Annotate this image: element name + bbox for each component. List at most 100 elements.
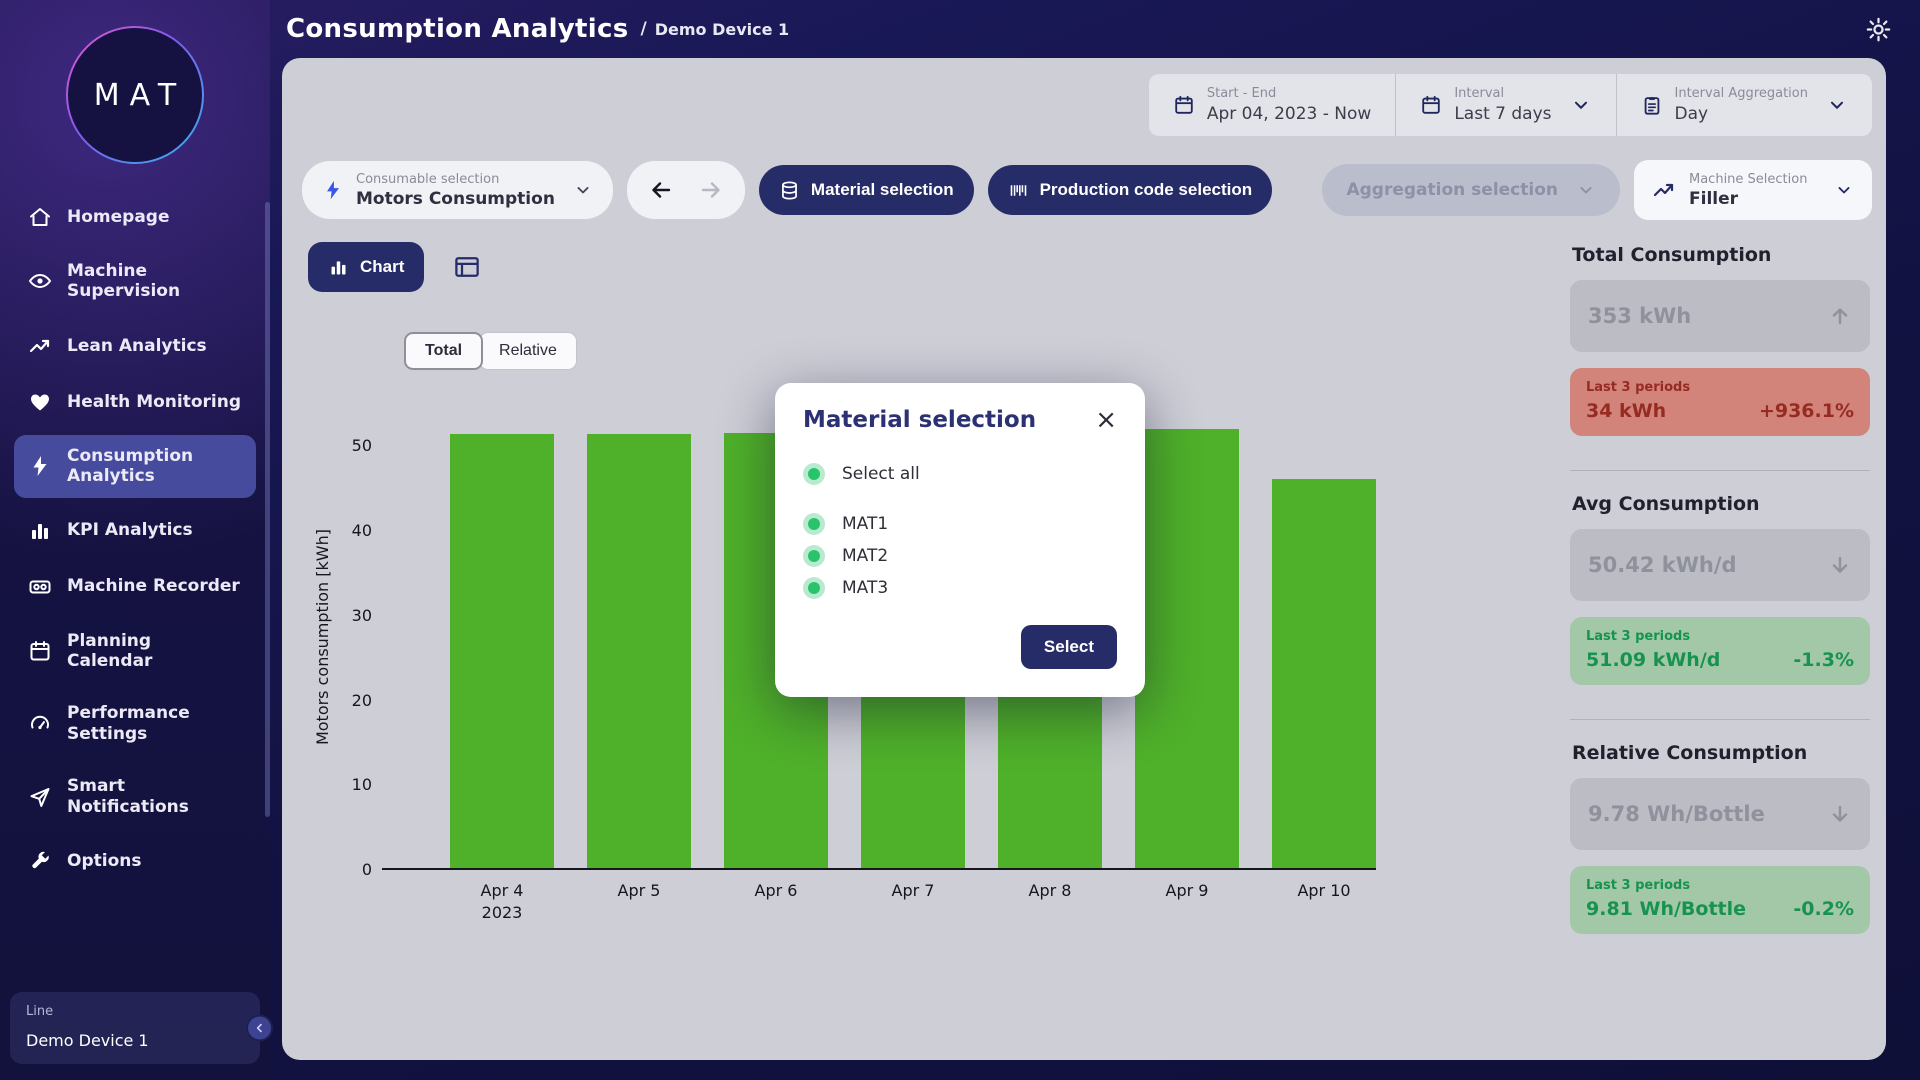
chevron-down-icon <box>573 180 593 200</box>
app-logo: MAT <box>66 26 204 164</box>
sidebar-item-label: Smart Notifications <box>67 776 242 817</box>
heart-icon <box>28 390 52 414</box>
radio-checked-icon[interactable] <box>803 545 825 567</box>
chevron-down-icon <box>1834 180 1854 200</box>
wrench-icon <box>28 849 52 873</box>
machine-selection-dropdown[interactable]: Machine Selection Filler <box>1634 160 1872 220</box>
interval-aggregation-dropdown[interactable]: Interval Aggregation Day <box>1616 74 1873 136</box>
stat-section-relative-consumption: Relative Consumption9.78 Wh/BottleLast 3… <box>1570 719 1870 934</box>
period-value: 51.09 kWh/d <box>1586 649 1720 671</box>
toggle-total[interactable]: Total <box>404 332 483 370</box>
sidebar-nav: Homepage Machine Supervision Lean Analytic… <box>0 194 270 984</box>
bar <box>1272 479 1376 868</box>
arrow-left-icon[interactable] <box>649 178 673 202</box>
sidebar-item-consumption-analytics[interactable]: Consumption Analytics <box>14 435 256 498</box>
start-end-picker[interactable]: Start - End Apr 04, 2023 - Now <box>1149 74 1395 136</box>
material-selection-button[interactable]: Material selection <box>759 165 974 215</box>
calendar-icon <box>28 639 52 663</box>
y-tick: 50 <box>352 436 372 455</box>
clipboard-icon <box>1641 94 1663 116</box>
material-option-select-all[interactable]: Select all <box>803 463 1117 485</box>
sidebar-item-label: Consumption Analytics <box>67 446 242 487</box>
x-tick-label: Apr 9 <box>1135 880 1239 923</box>
total-relative-toggle: Total Relative <box>404 332 577 370</box>
sidebar-item-smart-notifications[interactable]: Smart Notifications <box>14 765 256 828</box>
close-icon[interactable]: × <box>1095 407 1117 433</box>
trend-icon <box>28 334 52 358</box>
device-card[interactable]: Line Demo Device 1 <box>10 992 260 1064</box>
stat-value-card: 353 kWh <box>1570 280 1870 352</box>
date-toolbar-row: Start - End Apr 04, 2023 - Now Interval … <box>302 74 1872 136</box>
consumable-selection-dropdown[interactable]: Consumable selection Motors Consumption <box>302 161 613 219</box>
consumable-selection-label: Consumable selection <box>356 172 555 187</box>
sidebar-item-label: Options <box>67 851 141 871</box>
interval-dropdown[interactable]: Interval Last 7 days <box>1395 74 1615 136</box>
y-tick: 30 <box>352 606 372 625</box>
start-end-label: Start - End <box>1207 86 1371 101</box>
home-icon <box>28 205 52 229</box>
gear-icon[interactable] <box>1865 16 1892 43</box>
y-tick: 20 <box>352 691 372 710</box>
sidebar-scrollbar[interactable] <box>265 202 270 817</box>
x-tick-label: Apr 8 <box>998 880 1102 923</box>
sidebar-item-options[interactable]: Options <box>14 838 256 884</box>
sidebar-item-health-monitoring[interactable]: Health Monitoring <box>14 379 256 425</box>
arrow-up-icon <box>1828 304 1852 328</box>
period-change: -1.3% <box>1793 649 1854 671</box>
sidebar-collapse-button[interactable] <box>246 1015 273 1042</box>
app-logo-text: MAT <box>68 28 202 162</box>
sidebar-item-label: Planning Calendar <box>67 631 242 672</box>
x-tick-label: Apr 42023 <box>450 880 554 923</box>
sidebar-item-label: Performance Settings <box>67 703 242 744</box>
production-code-selection-button[interactable]: Production code selection <box>988 165 1273 215</box>
sidebar-item-performance-settings[interactable]: Performance Settings <box>14 692 256 755</box>
sidebar-item-machine-supervision[interactable]: Machine Supervision <box>14 250 256 313</box>
header: Consumption Analytics / Demo Device 1 <box>270 0 1920 58</box>
stat-period-card: Last 3 periods9.81 Wh/Bottle-0.2% <box>1570 866 1870 934</box>
sidebar-item-lean-analytics[interactable]: Lean Analytics <box>14 323 256 369</box>
arrow-down-icon <box>1828 802 1852 826</box>
y-tick: 0 <box>362 860 372 879</box>
material-option-mat1[interactable]: MAT1 <box>803 513 1117 535</box>
period-change: +936.1% <box>1759 400 1854 422</box>
stat-value: 353 kWh <box>1588 304 1691 328</box>
sidebar-item-label: Health Monitoring <box>67 392 241 412</box>
stat-section-total-consumption: Total Consumption353 kWhLast 3 periods34… <box>1570 244 1870 436</box>
sidebar-item-homepage[interactable]: Homepage <box>14 194 256 240</box>
machine-selection-value: Filler <box>1689 189 1807 209</box>
material-option-label: MAT1 <box>842 514 888 534</box>
material-option-mat2[interactable]: MAT2 <box>803 545 1117 567</box>
stat-title: Relative Consumption <box>1572 742 1870 764</box>
chart-view-button[interactable]: Chart <box>308 242 424 292</box>
device-card-label: Line <box>26 1004 244 1019</box>
date-toolbar: Start - End Apr 04, 2023 - Now Interval … <box>1149 74 1872 136</box>
sidebar-item-kpi-analytics[interactable]: KPI Analytics <box>14 508 256 554</box>
arrow-right-icon[interactable] <box>699 178 723 202</box>
aggregation-selection-label: Aggregation selection <box>1346 180 1558 200</box>
chevron-down-icon <box>1576 180 1596 200</box>
y-axis-ticks: 01020304050 <box>336 404 382 870</box>
interval-value: Last 7 days <box>1454 104 1551 124</box>
interval-aggregation-label: Interval Aggregation <box>1675 86 1809 101</box>
chevron-down-icon <box>1570 94 1592 116</box>
radio-checked-icon[interactable] <box>803 577 825 599</box>
device-card-name: Demo Device 1 <box>26 1031 244 1050</box>
radio-checked-icon[interactable] <box>803 513 825 535</box>
arrow-down-icon <box>1828 553 1852 577</box>
material-option-mat3[interactable]: MAT3 <box>803 577 1117 599</box>
chevron-down-icon <box>1826 94 1848 116</box>
select-button[interactable]: Select <box>1021 625 1117 669</box>
radio-checked-icon[interactable] <box>803 463 825 485</box>
eye-icon <box>28 269 52 293</box>
material-selection-button-label: Material selection <box>811 180 954 200</box>
sidebar-item-machine-recorder[interactable]: Machine Recorder <box>14 564 256 610</box>
material-icon <box>779 180 800 201</box>
consumable-selection-value: Motors Consumption <box>356 189 555 209</box>
toggle-relative[interactable]: Relative <box>479 332 577 370</box>
table-view-icon[interactable] <box>452 252 482 282</box>
sidebar-item-planning-calendar[interactable]: Planning Calendar <box>14 620 256 683</box>
bar <box>587 434 691 868</box>
material-option-label: Select all <box>842 464 920 484</box>
aggregation-selection-dropdown[interactable]: Aggregation selection <box>1322 164 1620 216</box>
x-tick-label: Apr 10 <box>1272 880 1376 923</box>
